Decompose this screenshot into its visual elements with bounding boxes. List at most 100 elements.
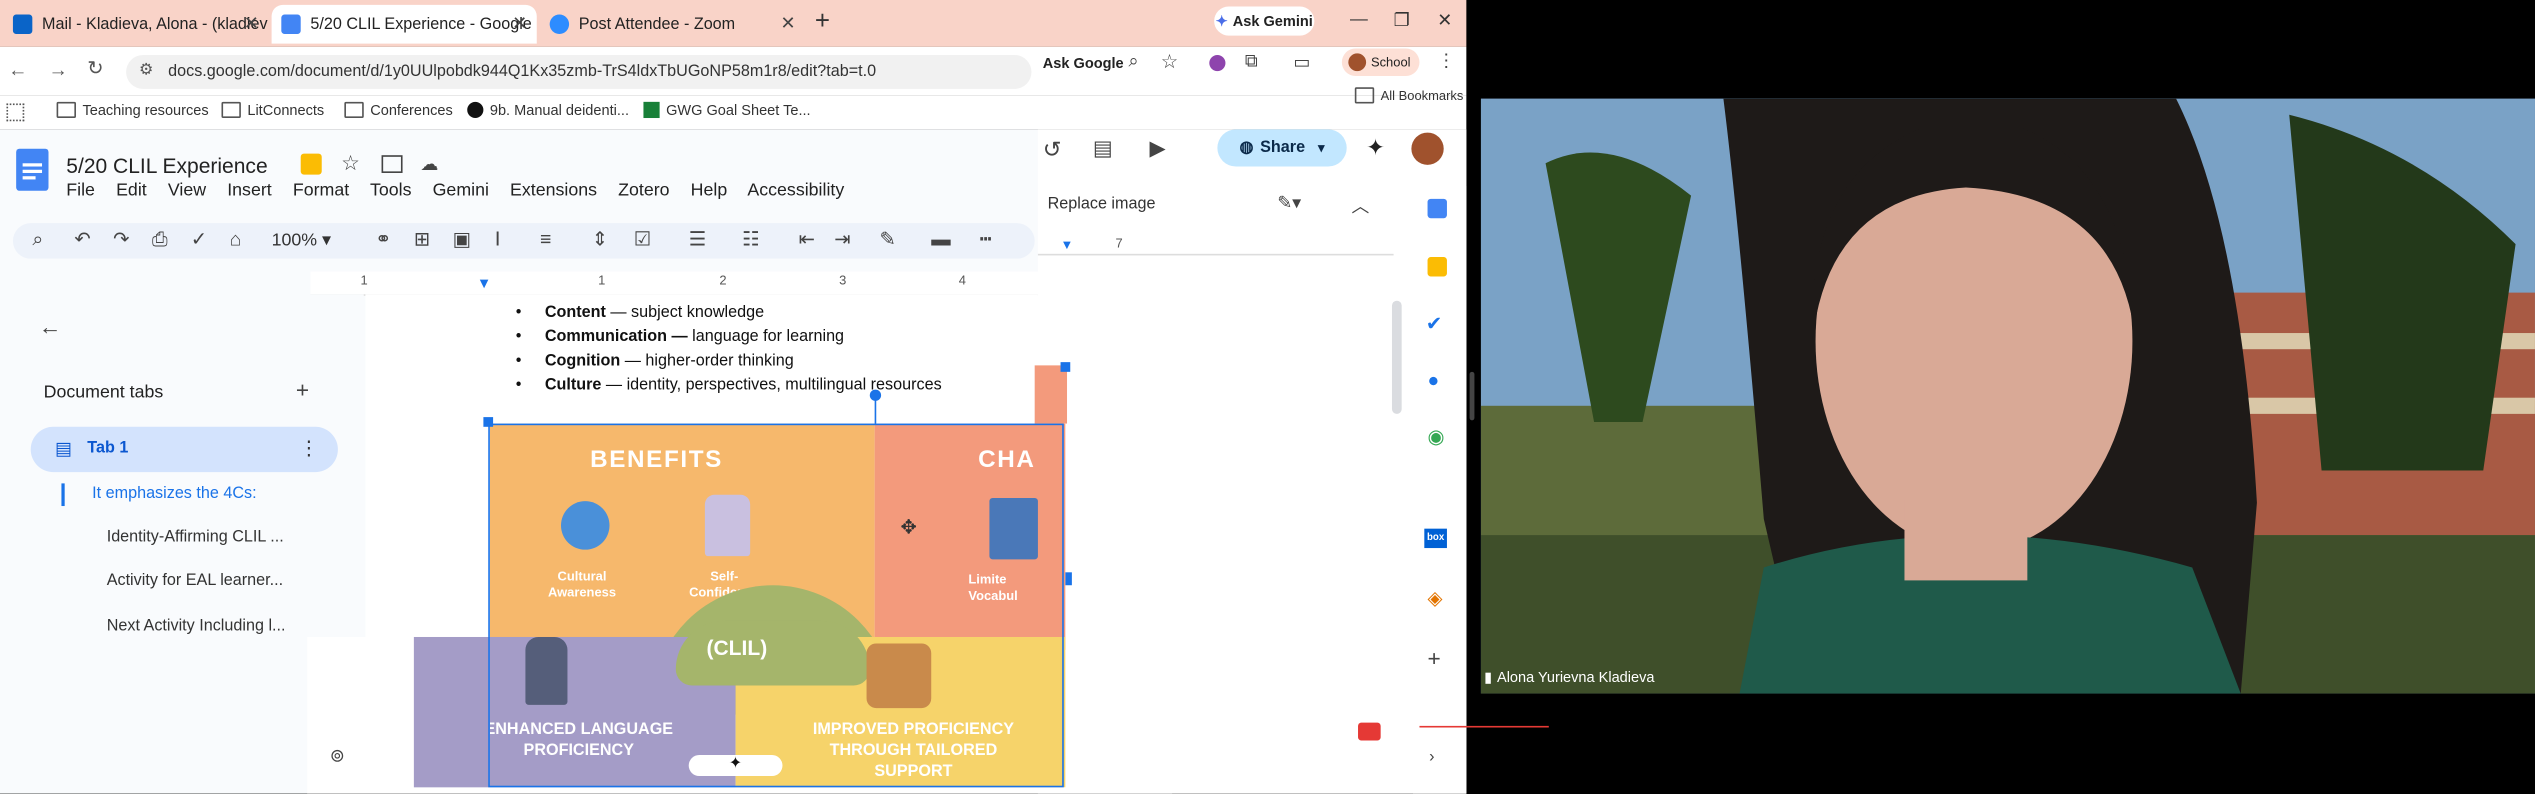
zoom-lens-icon[interactable]: ⌕ [1128,52,1138,73]
bookmark-folder[interactable]: Teaching resources [56,101,209,119]
contacts-icon[interactable]: ● [1428,369,1440,392]
add-addon-icon[interactable]: + [1428,645,1441,671]
docs-logo-icon[interactable] [16,148,49,191]
menu-tools[interactable]: Tools [370,181,412,200]
address-bar[interactable]: ⚙ docs.google.com/document/d/1y0UUlpobdk… [126,54,1032,89]
maximize-icon[interactable]: ❐ [1394,10,1410,31]
align-icon[interactable]: ≡ [540,228,551,251]
replace-image-button[interactable]: Replace image [1048,196,1156,214]
menu-file[interactable]: File [66,181,95,200]
add-comment-icon[interactable]: ⊞ [414,228,430,251]
new-tab-button[interactable]: + [815,8,830,37]
border-weight-icon[interactable]: ▬ [931,228,950,251]
add-tab-icon[interactable]: + [296,377,309,403]
border-color-icon[interactable]: ✎ [879,228,895,251]
bookmark-link[interactable]: GWG Goal Sheet Te... [643,101,811,119]
tab-item-tab1[interactable]: ▤ Tab 1 ⋮ [30,426,338,473]
close-icon[interactable]: ✕ [781,13,796,34]
print-icon[interactable]: ⎙ [152,228,168,252]
line-spacing-icon[interactable]: ⇕ [592,228,608,251]
tab-docs[interactable]: 5/20 CLIL Experience - Google ✕ [271,4,537,44]
window-close-icon[interactable]: ✕ [1437,10,1452,31]
menu-zotero[interactable]: Zotero [618,181,669,200]
explore-icon[interactable]: ⊚ [330,745,345,766]
indent-marker-icon[interactable]: ▼ [477,275,491,291]
outline-item[interactable]: Activity for EAL learner... [107,572,283,590]
outline-item[interactable]: It emphasizes the 4Cs: [92,485,256,503]
document-title[interactable]: 5/20 CLIL Experience [66,154,267,178]
menu-insert[interactable]: Insert [227,181,271,200]
tab-zoom[interactable]: Post Attendee - Zoom ✕ [540,5,805,44]
bullet-list-icon[interactable]: ☰ [689,228,706,251]
bookmark-folder[interactable]: Conferences [344,101,453,119]
chevron-up-icon[interactable]: ︿ [1352,192,1370,218]
tasks-icon[interactable]: ✔ [1426,312,1442,335]
puzzle-icon[interactable]: ⧉ [1245,52,1258,73]
box-icon[interactable]: box [1424,528,1447,549]
ask-gemini-button[interactable]: ✦ Ask Gemini [1214,6,1315,36]
tab-mail[interactable]: Mail - Kladieva, Alona - (kladiev ✕ [3,5,268,44]
meet-icon[interactable]: ▶ [1149,136,1165,162]
back-arrow-icon[interactable]: ← [39,314,62,340]
menu-edit[interactable]: Edit [116,181,147,200]
account-avatar[interactable] [1411,132,1444,165]
indent-marker-icon[interactable]: ▼ [1061,238,1074,253]
forward-icon[interactable]: → [49,58,68,81]
profile-chip[interactable]: School [1341,48,1420,76]
tab-options-icon[interactable]: ⋮ [299,437,318,460]
minimize-icon[interactable]: — [1350,10,1368,29]
bookmark-folder[interactable]: LitConnects [221,101,324,119]
zoom-select[interactable]: 100% ▾ [272,230,331,250]
search-icon[interactable]: ⌕ [32,228,43,252]
link-icon[interactable]: ⚭ [375,228,391,251]
move-folder-icon[interactable] [381,155,403,173]
close-icon[interactable]: ✕ [244,13,259,34]
numbered-list-icon[interactable]: ☷ [742,228,759,251]
maps-icon[interactable]: ◉ [1428,425,1445,448]
pencil-icon[interactable]: ✎▾ [1277,192,1301,213]
menu-extensions[interactable]: Extensions [510,181,597,200]
addon-icon[interactable]: ◈ [1428,587,1443,610]
share-button[interactable]: ◍ Share ▾ [1217,129,1347,167]
site-info-icon[interactable]: ⚙ [139,61,153,79]
menu-gemini[interactable]: Gemini [433,181,489,200]
increase-indent-icon[interactable]: ⇥ [834,228,850,251]
resize-handle[interactable] [483,417,494,427]
decrease-indent-icon[interactable]: ⇤ [799,228,815,251]
history-icon[interactable]: ↺ [1043,136,1062,163]
apps-grid-icon[interactable] [6,103,25,122]
clil-benefits-image[interactable]: BENEFITS CHA Cultural Awareness Self- Conf… [489,423,1066,788]
gemini-sparkle-icon[interactable]: ✦ [1366,134,1385,161]
star-icon[interactable]: ☆ [341,150,360,176]
close-icon[interactable]: ✕ [512,13,527,34]
splitter-handle[interactable] [1469,371,1475,421]
comment-icon[interactable]: ▤ [1093,136,1113,162]
kebab-menu-icon[interactable]: ⋮ [1437,50,1455,71]
keep-icon[interactable] [1427,257,1447,277]
resize-handle[interactable] [1065,572,1072,586]
menu-view[interactable]: View [168,181,206,200]
sidepanel-icon[interactable]: ▭ [1293,52,1310,72]
gemini-doc-icon[interactable] [300,153,322,175]
menu-accessibility[interactable]: Accessibility [747,181,844,200]
resize-handle[interactable] [1060,362,1071,372]
all-bookmarks[interactable]: All Bookmarks [1354,87,1463,104]
bookmark-star-icon[interactable]: ☆ [1161,50,1178,73]
zoom-video-tile[interactable] [1480,98,2535,694]
spellcheck-icon[interactable]: ✓ [191,228,207,251]
rotate-handle[interactable] [869,389,882,401]
menu-format[interactable]: Format [293,181,349,200]
outline-item[interactable]: Next Activity Including l... [107,618,286,636]
redo-icon[interactable]: ↷ [113,228,129,251]
calendar-icon[interactable] [1427,198,1447,219]
extension-icon[interactable] [1209,54,1226,72]
paint-format-icon[interactable]: ⌂ [230,228,242,251]
undo-icon[interactable]: ↶ [74,228,90,251]
image-icon[interactable]: ▣ [453,228,471,251]
border-dash-icon[interactable]: ┅ [980,228,992,251]
reload-icon[interactable]: ↻ [87,57,103,80]
bookmark-link[interactable]: 9b. Manual deidenti... [467,101,629,119]
menu-help[interactable]: Help [691,181,728,200]
outline-item[interactable]: Identity-Affirming CLIL ... [107,529,284,547]
back-icon[interactable]: ← [8,58,27,81]
